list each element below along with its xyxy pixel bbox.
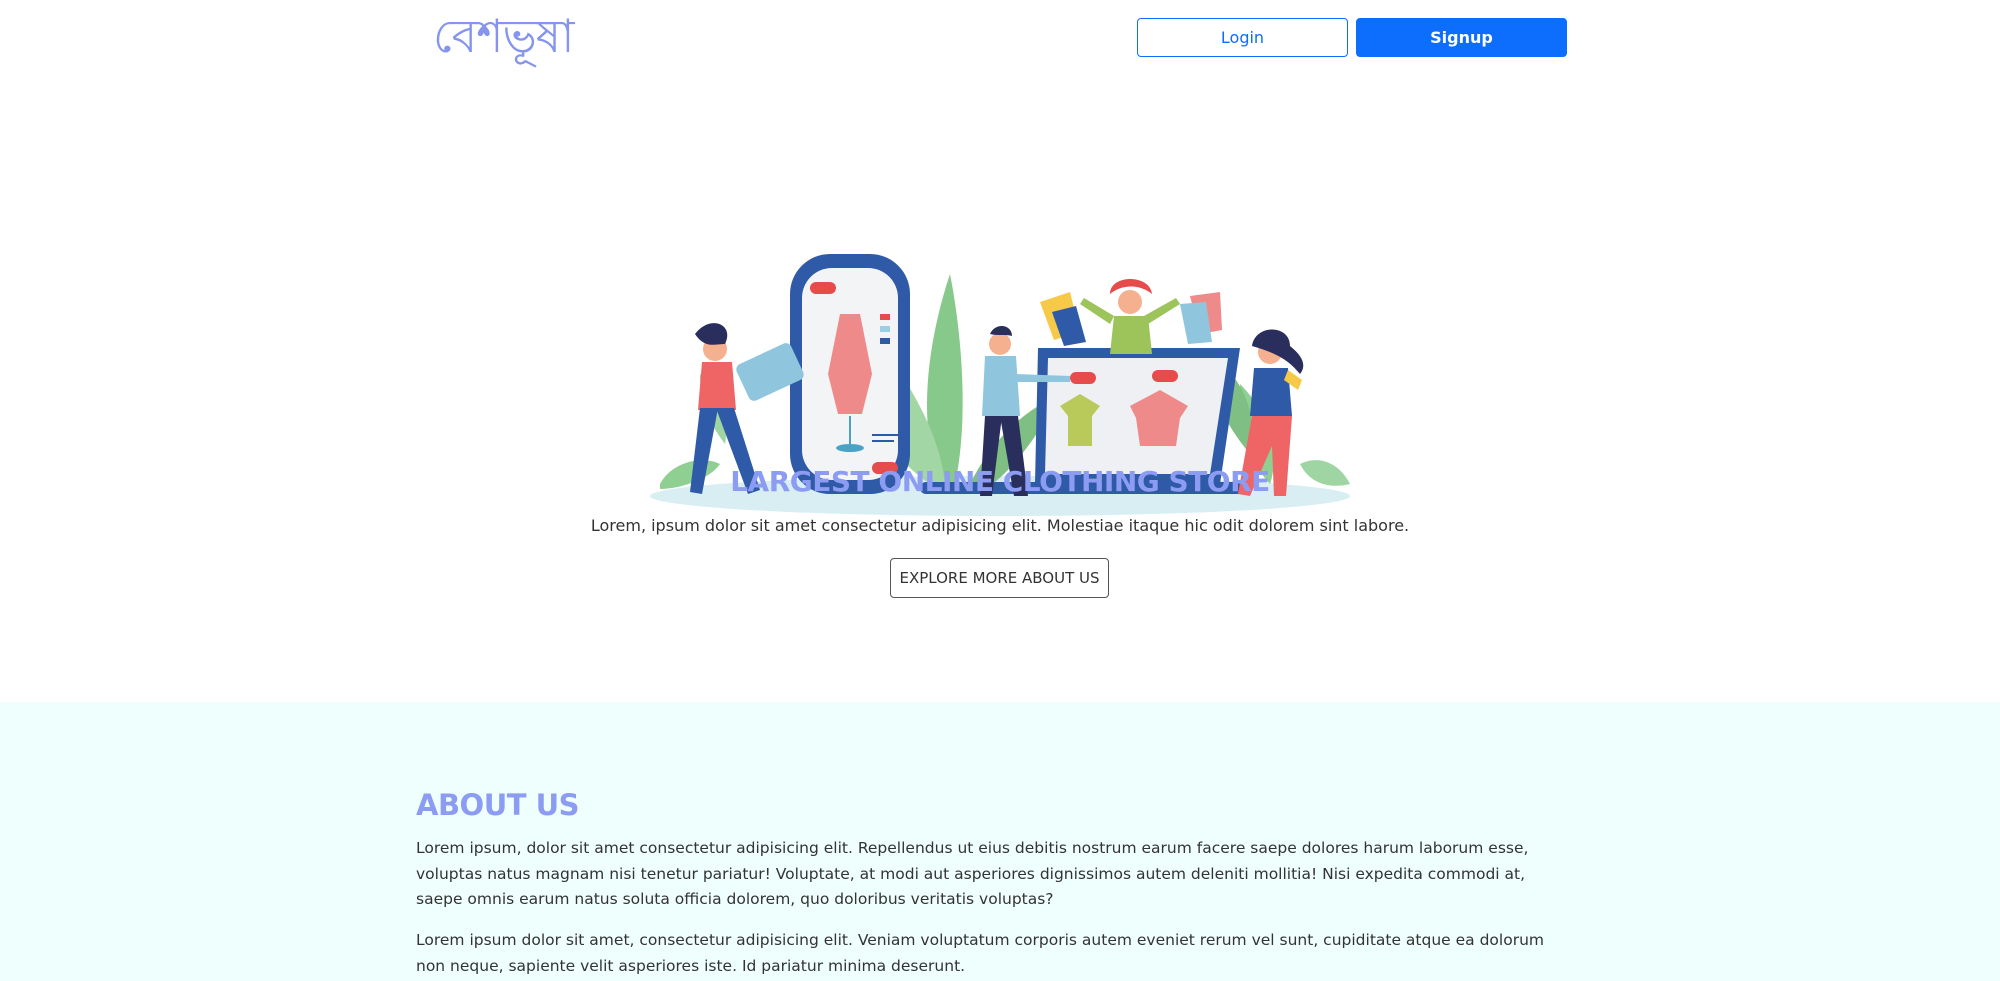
signup-button[interactable]: Signup <box>1356 18 1567 57</box>
site-header: বেশভূষা Login Signup <box>0 0 2000 80</box>
about-title: ABOUT US <box>416 788 580 822</box>
explore-more-button[interactable]: EXPLORE MORE ABOUT US <box>890 558 1109 598</box>
login-button[interactable]: Login <box>1137 18 1348 57</box>
hero-section: LARGEST ONLINE CLOTHING STORE Lorem, ips… <box>0 80 2000 702</box>
site-logo[interactable]: বেশভূষা <box>433 4 574 68</box>
hero-description: Lorem, ipsum dolor sit amet consectetur … <box>590 516 1410 535</box>
about-paragraph: Lorem ipsum, dolor sit amet consectetur … <box>416 839 1529 908</box>
about-section: ABOUT US Lorem ipsum, dolor sit amet con… <box>0 702 2000 981</box>
hero-title: LARGEST ONLINE CLOTHING STORE <box>730 465 1270 498</box>
about-paragraph: Lorem ipsum dolor sit amet, consectetur … <box>416 931 1545 975</box>
